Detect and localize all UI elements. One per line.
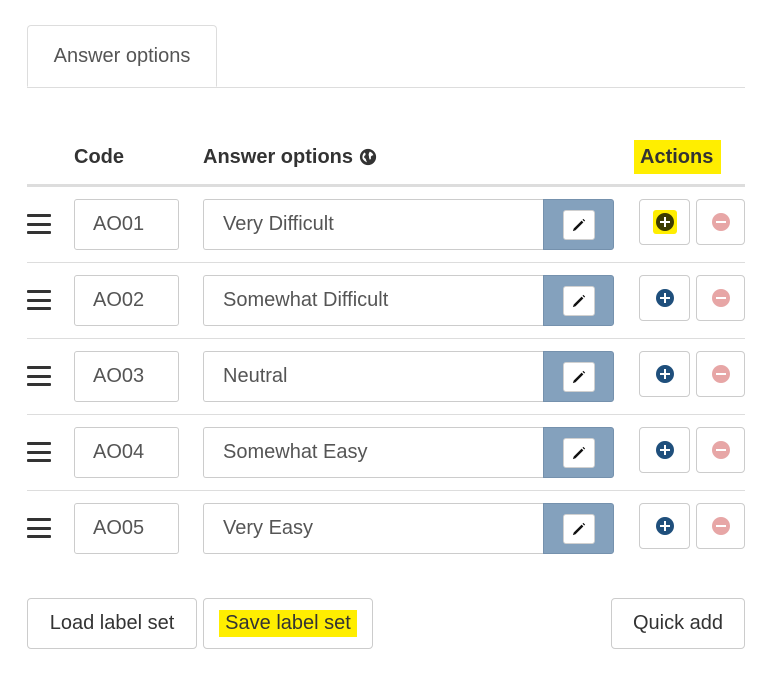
pencil-icon — [572, 522, 585, 535]
pencil-icon — [572, 446, 585, 459]
plus-circle-icon — [655, 365, 674, 383]
answer-option-input[interactable] — [203, 351, 544, 402]
minus-circle-icon — [711, 441, 730, 459]
add-option-button[interactable] — [639, 427, 690, 473]
edit-addon — [543, 199, 614, 250]
edit-addon — [543, 427, 614, 478]
edit-button[interactable] — [562, 361, 595, 392]
drag-handle-icon[interactable] — [27, 214, 51, 234]
edit-button[interactable] — [562, 437, 595, 468]
edit-button[interactable] — [562, 513, 595, 544]
add-option-button[interactable] — [639, 503, 690, 549]
drag-handle-icon[interactable] — [27, 518, 51, 538]
tab-bar: Answer options — [27, 25, 745, 88]
drag-handle-icon[interactable] — [27, 442, 51, 462]
edit-addon — [543, 351, 614, 402]
table-row — [27, 339, 745, 415]
highlight-marker — [652, 210, 677, 234]
add-option-button[interactable] — [639, 199, 690, 245]
code-input[interactable] — [74, 351, 179, 402]
minus-circle-icon — [711, 289, 730, 307]
answer-option-input[interactable] — [203, 503, 544, 554]
add-option-button[interactable] — [639, 351, 690, 397]
column-header-actions: Actions — [634, 140, 722, 174]
drag-handle-icon[interactable] — [27, 290, 51, 310]
remove-option-button[interactable] — [696, 427, 745, 473]
drag-handle-icon[interactable] — [27, 366, 51, 386]
plus-circle-icon — [655, 289, 674, 307]
minus-circle-icon — [711, 365, 730, 383]
tab-answer-options[interactable]: Answer options — [27, 25, 217, 87]
answer-option-input[interactable] — [203, 199, 544, 250]
answer-option-input[interactable] — [203, 275, 544, 326]
table-row — [27, 263, 745, 339]
answer-option-input[interactable] — [203, 427, 544, 478]
save-label-set-button[interactable]: Save label set — [203, 598, 373, 649]
plus-circle-icon — [655, 517, 674, 535]
globe-icon — [359, 148, 377, 166]
minus-circle-icon — [711, 517, 730, 535]
table-row — [27, 415, 745, 491]
edit-addon — [543, 275, 614, 326]
column-header-code: Code — [74, 146, 124, 168]
plus-circle-icon — [655, 213, 674, 231]
remove-option-button[interactable] — [696, 275, 745, 321]
plus-circle-icon — [655, 441, 674, 459]
edit-button[interactable] — [562, 285, 595, 316]
column-header-answer-label: Answer options — [203, 146, 354, 168]
code-input[interactable] — [74, 199, 179, 250]
quick-add-button[interactable]: Quick add — [611, 598, 745, 649]
remove-option-button[interactable] — [696, 199, 745, 245]
load-label-set-button[interactable]: Load label set — [27, 598, 197, 649]
remove-option-button[interactable] — [696, 351, 745, 397]
minus-circle-icon — [711, 213, 730, 231]
code-input[interactable] — [74, 503, 179, 554]
save-label-set-label: Save label set — [219, 610, 357, 637]
remove-option-button[interactable] — [696, 503, 745, 549]
edit-addon — [543, 503, 614, 554]
code-input[interactable] — [74, 275, 179, 326]
pencil-icon — [572, 294, 585, 307]
edit-button[interactable] — [562, 209, 595, 240]
pencil-icon — [572, 370, 585, 383]
code-input[interactable] — [74, 427, 179, 478]
column-header-answer-options: Answer options — [203, 140, 377, 174]
pencil-icon — [572, 218, 585, 231]
table-row — [27, 187, 745, 263]
table-row — [27, 491, 745, 567]
add-option-button[interactable] — [639, 275, 690, 321]
